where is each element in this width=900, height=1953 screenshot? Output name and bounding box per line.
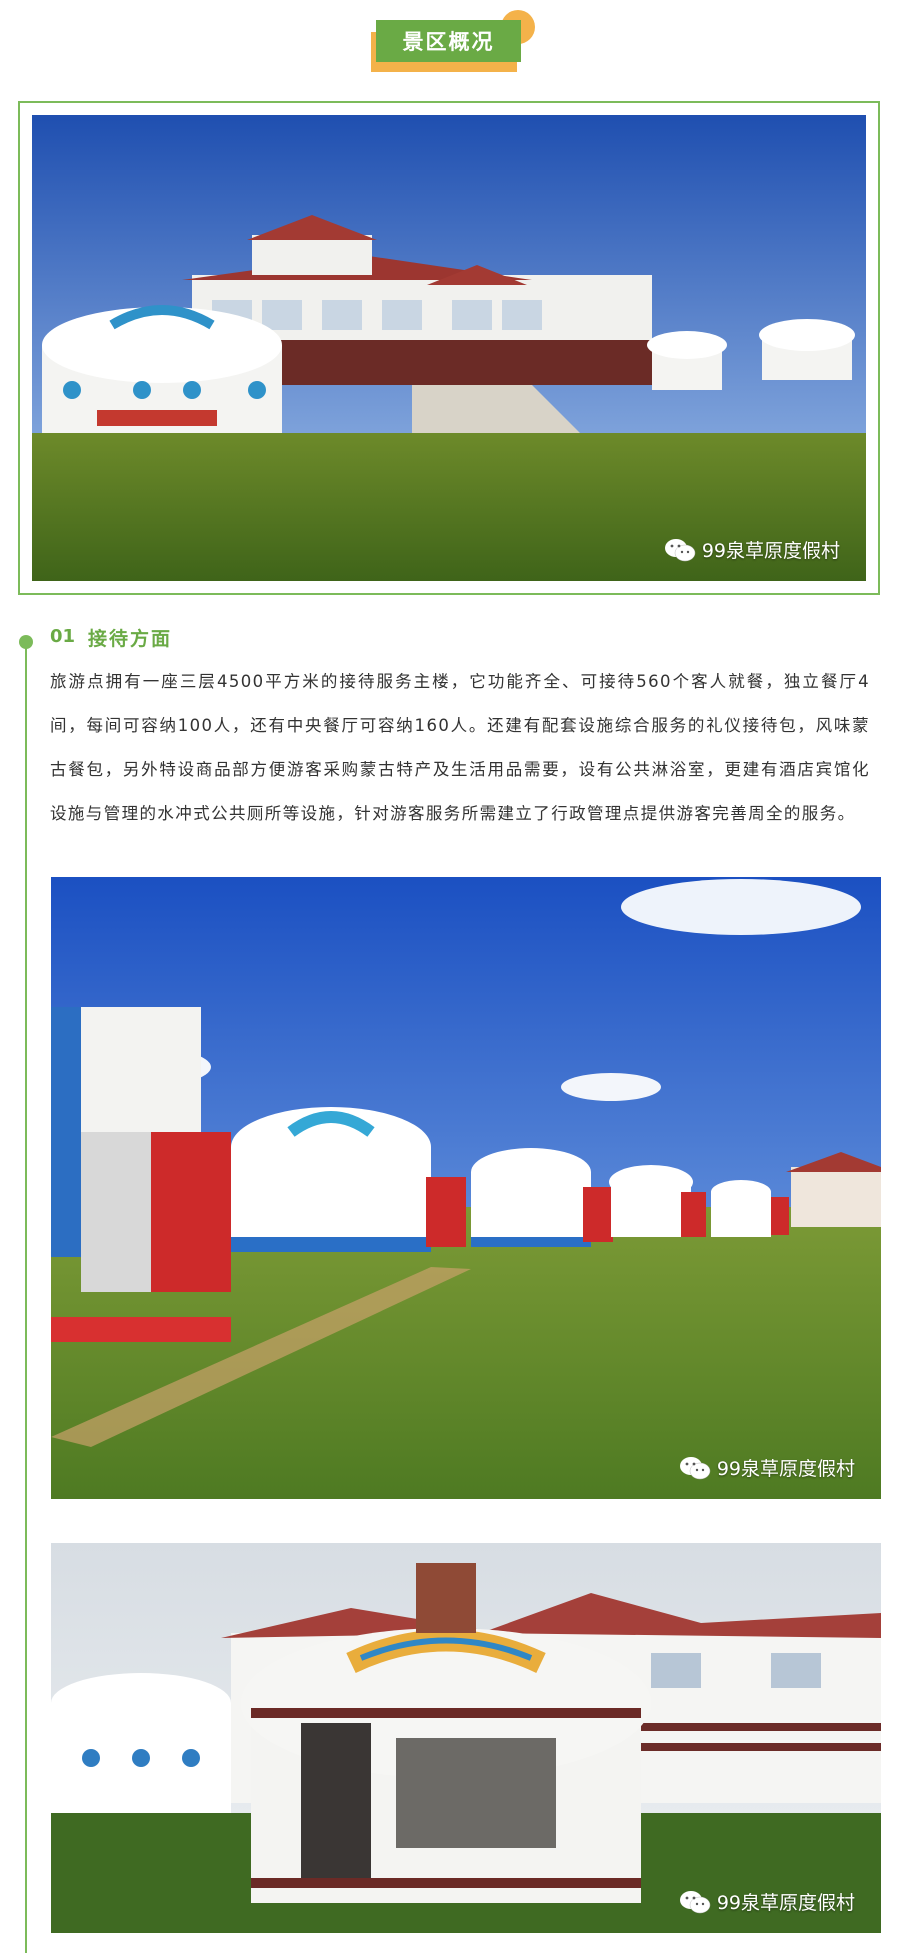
watermark: 99泉草原度假村 [679,1888,855,1915]
timeline-line [25,643,27,1953]
section-header-tag: 景区概况 [369,10,541,72]
watermark-text: 99泉草原度假村 [716,1458,855,1480]
watermark: 99泉草原度假村 [679,1454,855,1481]
watermark-text: 99泉草原度假村 [701,540,840,562]
yurt-row-photo: 99泉草原度假村 [51,877,881,1499]
watermark-text: 99泉草原度假村 [716,1892,855,1914]
watermark: 99泉草原度假村 [664,536,840,563]
timeline-dot [19,635,33,649]
section-paragraph: 旅游点拥有一座三层4500平方米的接待服务主楼，它功能齐全、可接待560个客人就… [50,672,870,823]
decorated-yurt-photo: 99泉草原度假村 [51,1543,881,1933]
tag-label: 景区概况 [376,20,521,62]
section-number: 01 [50,626,76,647]
wechat-icon [679,1890,711,1913]
wechat-icon [679,1456,711,1479]
section-title: 接待方面 [88,628,173,650]
wechat-icon [664,538,696,561]
photo-frame: 99泉草原度假村 [18,101,880,595]
main-building-photo: 99泉草原度假村 [32,115,866,581]
